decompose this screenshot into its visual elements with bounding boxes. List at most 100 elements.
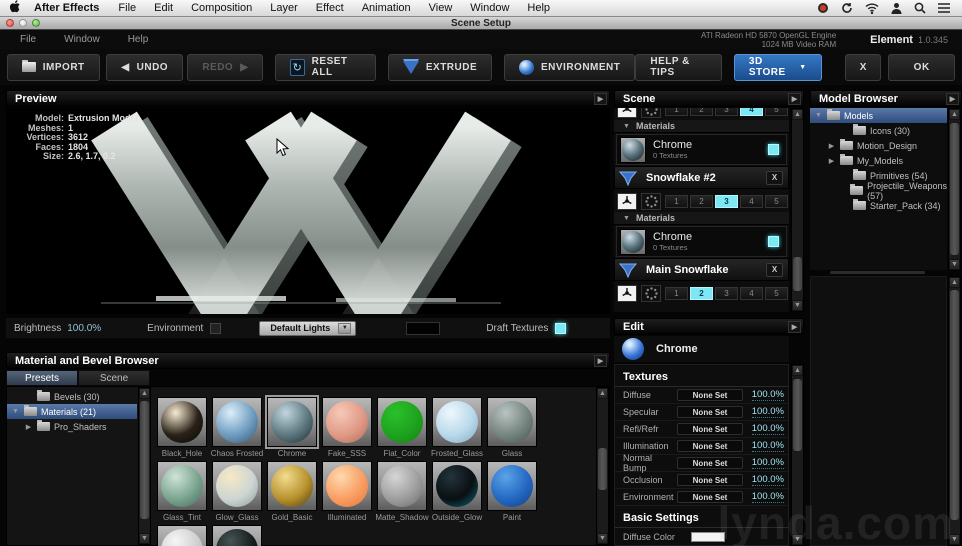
- scene-collapse-icon[interactable]: ▶: [788, 93, 801, 105]
- slot-button-5[interactable]: 5: [765, 108, 788, 116]
- scroll-up-icon[interactable]: ▲: [792, 109, 803, 120]
- lights-dropdown[interactable]: Default Lights ▼: [259, 320, 357, 336]
- none-set-button[interactable]: None Set: [677, 389, 743, 401]
- slot-button-1[interactable]: 1: [665, 286, 688, 300]
- menubar-item-edit[interactable]: Edit: [145, 2, 182, 14]
- model-area-scrollbar[interactable]: ▲ ▼: [948, 276, 961, 546]
- search-icon[interactable]: [914, 2, 926, 14]
- expand-icon[interactable]: ▶: [827, 142, 836, 150]
- material-item-frosted-glass[interactable]: Frosted_Glass: [430, 397, 484, 458]
- record-status-icon[interactable]: [817, 2, 829, 14]
- model-mode-icon[interactable]: [617, 108, 637, 118]
- delete-group-button[interactable]: X: [766, 170, 783, 185]
- help-tips-button[interactable]: HELP & TIPS: [635, 53, 723, 81]
- percent-value[interactable]: 100.0%: [751, 491, 784, 503]
- scene-material-row[interactable]: Chrome 0 Textures: [616, 226, 787, 257]
- scrollbar-thumb[interactable]: [950, 290, 959, 520]
- tree-item-starter-pack-34-[interactable]: Starter_Pack (34): [810, 198, 947, 213]
- tree-item-my-models[interactable]: ▶ My_Models: [810, 153, 947, 168]
- none-set-button[interactable]: None Set: [677, 491, 743, 503]
- preview-viewport[interactable]: Model: Extrusion Model Meshes: 1 Vertices: 36…: [6, 108, 610, 314]
- slot-button-2[interactable]: 2: [690, 194, 713, 208]
- expand-icon[interactable]: ▼: [814, 112, 823, 119]
- import-button[interactable]: IMPORT: [6, 53, 100, 81]
- model-tree-scrollbar[interactable]: ▲ ▼: [948, 108, 961, 271]
- percent-value[interactable]: 100.0%: [751, 406, 784, 418]
- material-item-plain[interactable]: Plain: [155, 525, 209, 546]
- slot-button-2[interactable]: 2: [690, 108, 713, 116]
- cancel-button[interactable]: X: [845, 53, 882, 81]
- menubar-item-file[interactable]: File: [109, 2, 145, 14]
- material-item-flat-color[interactable]: Flat_Color: [375, 397, 429, 458]
- material-item-gold-basic[interactable]: Gold_Basic: [265, 461, 319, 522]
- material-item-shiny[interactable]: Shiny: [210, 525, 264, 546]
- menubar-item-composition[interactable]: Composition: [182, 2, 261, 14]
- material-item-glass-tint[interactable]: Glass_Tint: [155, 461, 209, 522]
- scrollbar-thumb[interactable]: [140, 401, 149, 519]
- slot-button-3[interactable]: 3: [715, 108, 738, 116]
- materials-section-header[interactable]: ▼ Materials: [614, 212, 789, 225]
- plugin-menu-help[interactable]: Help: [116, 34, 161, 45]
- tree-item-motion-design[interactable]: ▶ Motion_Design: [810, 138, 947, 153]
- menubar-item-window[interactable]: Window: [461, 2, 518, 14]
- scrollbar-thumb[interactable]: [950, 123, 959, 255]
- scrollbar-thumb[interactable]: [598, 448, 607, 490]
- notification-list-icon[interactable]: [938, 3, 950, 13]
- scene-scrollbar[interactable]: ▲ ▼: [791, 108, 804, 312]
- tree-item-pro-shaders[interactable]: ▶ Pro_Shaders: [7, 419, 137, 434]
- wifi-icon[interactable]: [865, 3, 879, 14]
- material-enabled-checkbox[interactable]: [768, 144, 779, 155]
- edit-scrollbar[interactable]: ▲ ▼: [791, 364, 804, 546]
- material-item-fake-sss[interactable]: Fake_SSS: [320, 397, 374, 458]
- brightness-value[interactable]: 100.0%: [67, 323, 101, 334]
- reset-all-button[interactable]: ↻ RESET ALL: [275, 53, 377, 81]
- tab-presets[interactable]: Presets: [6, 370, 78, 386]
- scroll-down-icon[interactable]: ▼: [949, 534, 960, 545]
- model-browser-collapse-icon[interactable]: ▶: [946, 93, 959, 105]
- material-tree-scrollbar[interactable]: ▲ ▼: [138, 387, 151, 545]
- none-set-button[interactable]: None Set: [677, 406, 743, 418]
- none-set-button[interactable]: None Set: [677, 423, 743, 435]
- scroll-down-icon[interactable]: ▼: [597, 533, 608, 544]
- scroll-down-icon[interactable]: ▼: [792, 534, 803, 545]
- materials-grid-scrollbar[interactable]: ▲ ▼: [596, 387, 609, 545]
- percent-value[interactable]: 100.0%: [751, 457, 784, 469]
- menubar-item-animation[interactable]: Animation: [353, 2, 420, 14]
- scroll-up-icon[interactable]: ▲: [949, 277, 960, 288]
- material-item-outside-glow[interactable]: Outside_Glow: [430, 461, 484, 522]
- expand-icon[interactable]: ▶: [24, 423, 33, 431]
- draft-textures-checkbox[interactable]: [555, 322, 567, 334]
- model-mode-icon[interactable]: [617, 192, 637, 210]
- tab-scene[interactable]: Scene: [78, 370, 150, 386]
- material-item-black-hole[interactable]: Black_Hole: [155, 397, 209, 458]
- undo-button[interactable]: ◀ UNDO: [106, 53, 184, 81]
- 3d-store-button[interactable]: 3D STORE ▼: [733, 53, 822, 81]
- sync-icon[interactable]: [841, 2, 853, 14]
- environment-button[interactable]: ENVIRONMENT: [504, 53, 636, 81]
- model-mode-icon[interactable]: [617, 284, 637, 302]
- particle-mode-icon[interactable]: [641, 108, 661, 118]
- scroll-up-icon[interactable]: ▲: [139, 388, 150, 399]
- scroll-up-icon[interactable]: ▲: [949, 109, 960, 120]
- slot-button-1[interactable]: 1: [665, 108, 688, 116]
- menubar-item-view[interactable]: View: [420, 2, 462, 14]
- particle-mode-icon[interactable]: [641, 192, 661, 210]
- material-item-glass[interactable]: Glass: [485, 397, 539, 458]
- slot-button-5[interactable]: 5: [765, 194, 788, 208]
- slot-button-2[interactable]: 2: [690, 286, 713, 300]
- scene-group-header[interactable]: Snowflake #2 X: [614, 166, 789, 189]
- none-set-button[interactable]: None Set: [677, 440, 743, 452]
- scroll-up-icon[interactable]: ▲: [792, 365, 803, 376]
- material-browser-collapse-icon[interactable]: ▶: [594, 355, 607, 367]
- particle-mode-icon[interactable]: [641, 284, 661, 302]
- materials-section-header[interactable]: ▼ Materials: [614, 120, 789, 133]
- percent-value[interactable]: 100.0%: [751, 423, 784, 435]
- material-item-illuminated[interactable]: Illuminated: [320, 461, 374, 522]
- none-set-button[interactable]: None Set: [677, 457, 743, 469]
- none-set-button[interactable]: None Set: [677, 474, 743, 486]
- expand-icon[interactable]: ▼: [11, 408, 20, 415]
- slot-button-5[interactable]: 5: [765, 286, 788, 300]
- material-item-chrome[interactable]: Chrome: [265, 395, 319, 458]
- menubar-item-effect[interactable]: Effect: [307, 2, 353, 14]
- tree-item-projectile-weapons-57-[interactable]: Projectile_Weapons (57): [810, 181, 947, 201]
